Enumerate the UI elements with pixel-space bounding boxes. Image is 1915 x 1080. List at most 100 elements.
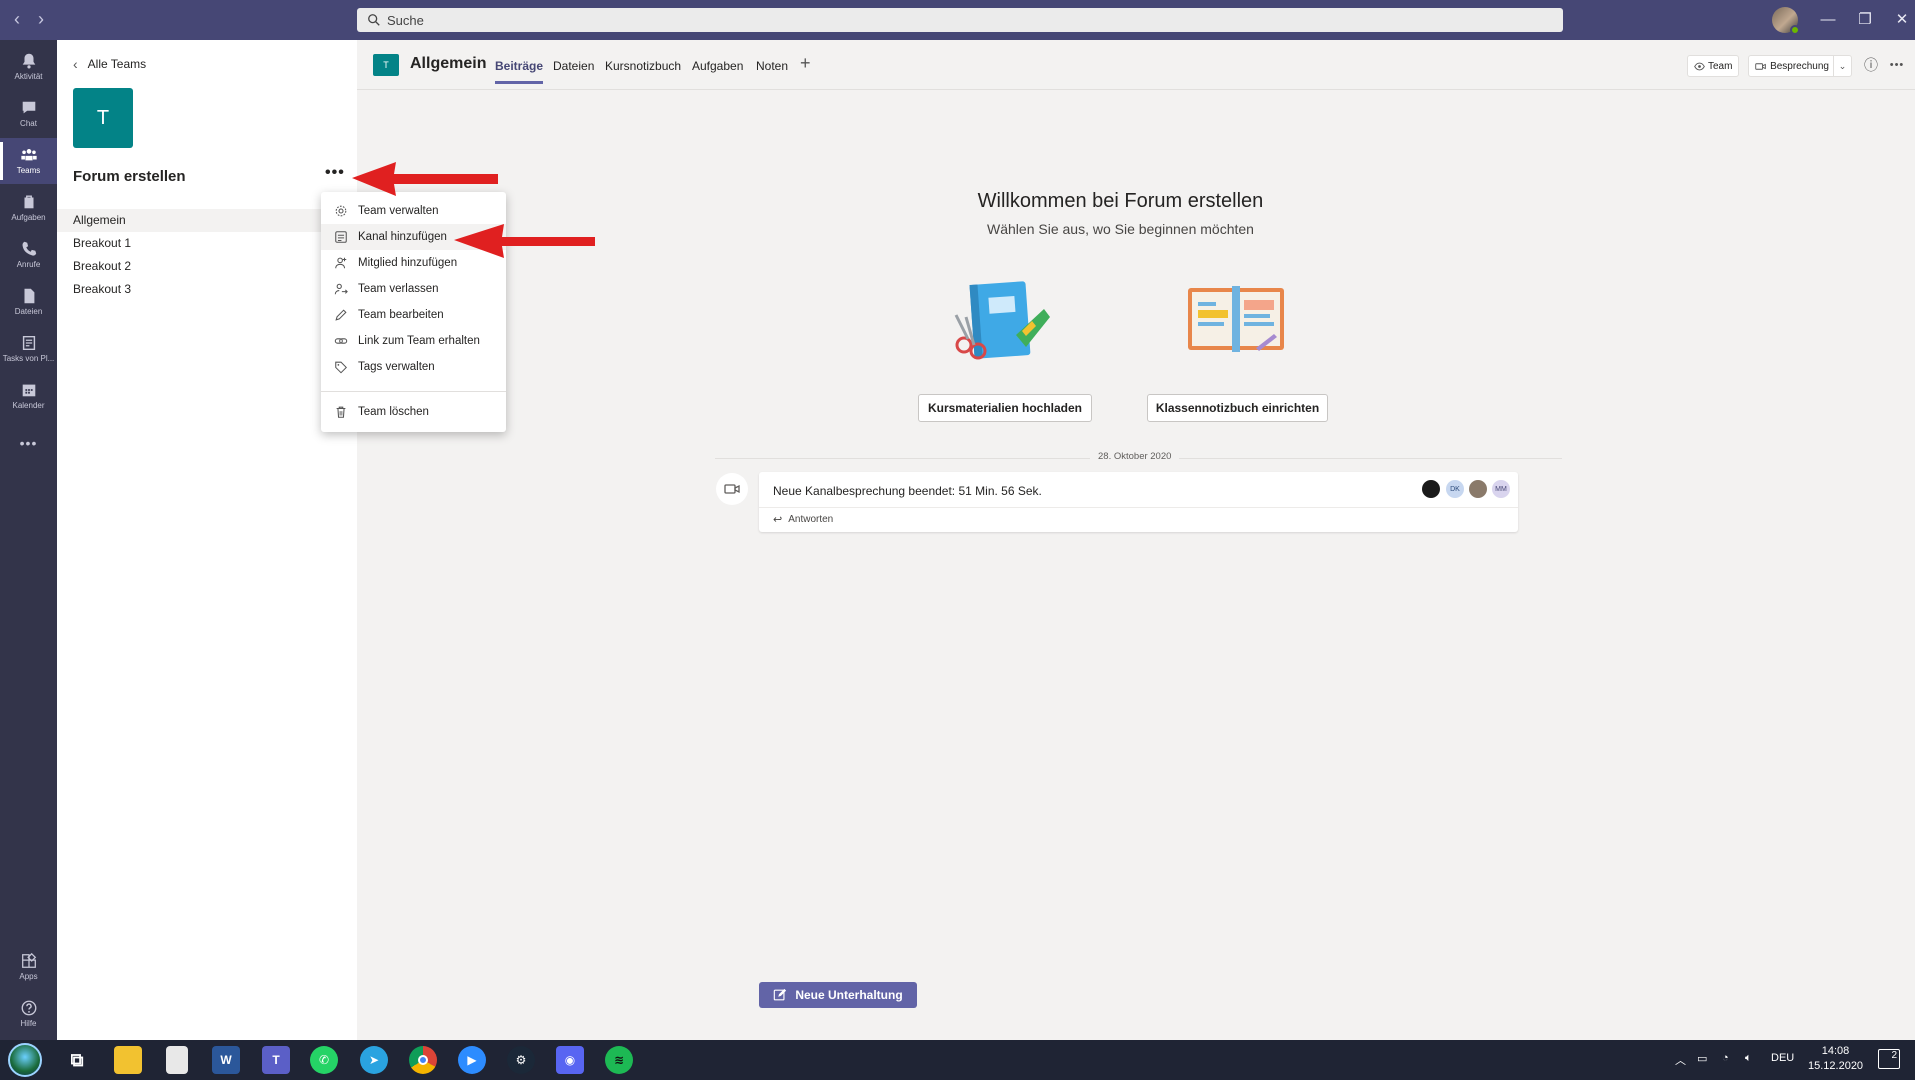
appbar-more-button[interactable]: •••	[0, 420, 57, 466]
team-view-button[interactable]: Team	[1687, 55, 1740, 77]
meeting-ended-post[interactable]: Neue Kanalbesprechung beendet: 51 Min. 5…	[759, 472, 1518, 532]
participant-avatar[interactable]: MM	[1492, 480, 1510, 498]
user-avatar[interactable]	[1772, 7, 1800, 35]
task-view-icon[interactable]: ⧉	[63, 1046, 91, 1074]
chat-icon	[22, 101, 35, 114]
word-icon[interactable]: W	[212, 1046, 240, 1074]
channel-item-breakout-2[interactable]: Breakout 2	[57, 255, 357, 278]
appbar-chat[interactable]: Chat	[0, 91, 57, 137]
meeting-post-avatar	[716, 473, 748, 505]
phone-icon	[22, 241, 36, 256]
file-explorer-icon[interactable]	[114, 1046, 142, 1074]
zoom-icon[interactable]: ▶	[458, 1046, 486, 1074]
menu-item-label: Link zum Team erhalten	[358, 335, 480, 347]
presence-available-icon	[1790, 25, 1800, 35]
appbar-label: Chat	[20, 119, 37, 128]
appbar-planner-tasks[interactable]: Tasks von Pl...	[0, 326, 57, 372]
participant-avatar[interactable]	[1469, 480, 1487, 498]
class-notebook-illustration	[1188, 286, 1284, 352]
upload-course-materials-button[interactable]: Kursmaterialien hochladen	[918, 394, 1092, 422]
maximize-button[interactable]: ❐	[1852, 8, 1878, 32]
welcome-title: Willkommen bei Forum erstellen	[977, 190, 1264, 212]
search-input[interactable]: Suche	[357, 8, 1563, 32]
menu-item-leave-team[interactable]: Team verlassen	[321, 276, 506, 302]
tab-aufgaben[interactable]: Aufgaben	[692, 59, 743, 73]
tab-dateien[interactable]: Dateien	[553, 59, 594, 73]
appbar-activity[interactable]: Aktivität	[0, 44, 57, 90]
app-bar: Aktivität Chat Teams Aufgaben Anrufe Dat…	[0, 40, 57, 1040]
system-clock[interactable]: 14:08 15.12.2020	[1808, 1044, 1863, 1074]
menu-item-manage-team[interactable]: Team verwalten	[321, 198, 506, 224]
chevron-down-icon[interactable]: ⌄	[1833, 56, 1851, 76]
tab-noten[interactable]: Noten	[756, 59, 788, 73]
video-camera-icon	[724, 484, 740, 494]
team-panel: ‹ Alle Teams T Forum erstellen ••• Allge…	[57, 40, 357, 1040]
new-conversation-label: Neue Unterhaltung	[795, 988, 903, 1002]
menu-item-label: Team bearbeiten	[358, 309, 444, 321]
channel-item-breakout-3[interactable]: Breakout 3	[57, 278, 357, 301]
appbar-label: Teams	[16, 166, 41, 175]
tab-beitraege[interactable]: Beiträge	[495, 59, 544, 84]
file-icon	[24, 288, 34, 304]
menu-item-get-link[interactable]: Link zum Team erhalten	[321, 328, 506, 354]
forward-nav-button[interactable]: ›	[30, 8, 52, 30]
notepad-icon[interactable]	[166, 1046, 188, 1074]
team-more-options-button[interactable]: •••	[325, 164, 345, 182]
tab-kursnotizbuch[interactable]: Kursnotizbuch	[605, 59, 681, 73]
discord-icon[interactable]: ◉	[556, 1046, 584, 1074]
annotation-arrow-icon	[454, 224, 595, 258]
new-conversation-button[interactable]: Neue Unterhaltung	[759, 982, 917, 1008]
clock-time: 14:08	[1821, 1045, 1850, 1057]
appbar-files[interactable]: Dateien	[0, 279, 57, 325]
appbar-help[interactable]: Hilfe	[0, 991, 57, 1037]
menu-item-edit-team[interactable]: Team bearbeiten	[321, 302, 506, 328]
channel-info-button[interactable]: ⓘ	[1862, 56, 1880, 74]
start-button[interactable]	[8, 1043, 42, 1077]
close-button[interactable]: ✕	[1889, 8, 1915, 32]
pencil-icon	[335, 309, 347, 321]
link-icon	[334, 338, 348, 344]
menu-separator	[321, 391, 506, 392]
video-camera-icon	[1755, 62, 1766, 70]
leave-icon	[334, 283, 348, 295]
meeting-button[interactable]: Besprechung ⌄	[1748, 55, 1852, 77]
channel-item-allgemein[interactable]: Allgemein	[57, 209, 357, 232]
reply-button[interactable]: ↩ Antworten	[773, 513, 833, 526]
notification-center-icon[interactable]: 2	[1878, 1049, 1900, 1069]
team-view-label: Team	[1708, 60, 1733, 72]
trash-icon	[336, 406, 346, 418]
whatsapp-icon[interactable]: ✆	[310, 1046, 338, 1074]
wifi-icon[interactable]: ◔	[1722, 1052, 1729, 1064]
battery-icon[interactable]: ▭	[1697, 1052, 1707, 1065]
volume-icon[interactable]: 🔈︎	[1745, 1052, 1752, 1065]
search-placeholder: Suche	[387, 12, 424, 28]
input-language[interactable]: DEU	[1771, 1052, 1794, 1064]
steam-icon[interactable]: ⚙	[507, 1046, 535, 1074]
spotify-icon[interactable]: ≋	[605, 1046, 633, 1074]
menu-item-delete-team[interactable]: Team löschen	[321, 399, 506, 425]
back-nav-button[interactable]: ‹	[6, 8, 28, 30]
appbar-label: Apps	[19, 972, 38, 981]
setup-class-notebook-button[interactable]: Klassennotizbuch einrichten	[1147, 394, 1328, 422]
participant-avatar[interactable]	[1422, 480, 1440, 498]
chrome-icon[interactable]	[409, 1046, 437, 1074]
channel-more-button[interactable]: •••	[1888, 56, 1906, 74]
menu-item-manage-tags[interactable]: Tags verwalten	[321, 354, 506, 380]
appbar-calendar[interactable]: Kalender	[0, 373, 57, 419]
chevron-left-icon: ‹	[73, 56, 78, 72]
channel-item-breakout-1[interactable]: Breakout 1	[57, 232, 357, 255]
telegram-icon[interactable]: ➤	[360, 1046, 388, 1074]
tray-chevron-up-icon[interactable]: ︿	[1675, 1052, 1686, 1068]
participant-avatar[interactable]: DK	[1446, 480, 1464, 498]
appbar-apps[interactable]: Apps	[0, 944, 57, 990]
appbar-calls[interactable]: Anrufe	[0, 232, 57, 278]
menu-item-label: Team löschen	[358, 406, 429, 418]
teams-taskbar-icon[interactable]: T	[262, 1046, 290, 1074]
all-teams-label: Alle Teams	[87, 57, 147, 71]
appbar-assignments[interactable]: Aufgaben	[0, 185, 57, 231]
add-tab-button[interactable]: +	[800, 53, 811, 74]
tasks-icon	[22, 335, 35, 351]
minimize-button[interactable]: —	[1815, 8, 1841, 32]
appbar-teams[interactable]: Teams	[0, 138, 57, 184]
all-teams-back-link[interactable]: ‹ Alle Teams	[73, 56, 146, 72]
